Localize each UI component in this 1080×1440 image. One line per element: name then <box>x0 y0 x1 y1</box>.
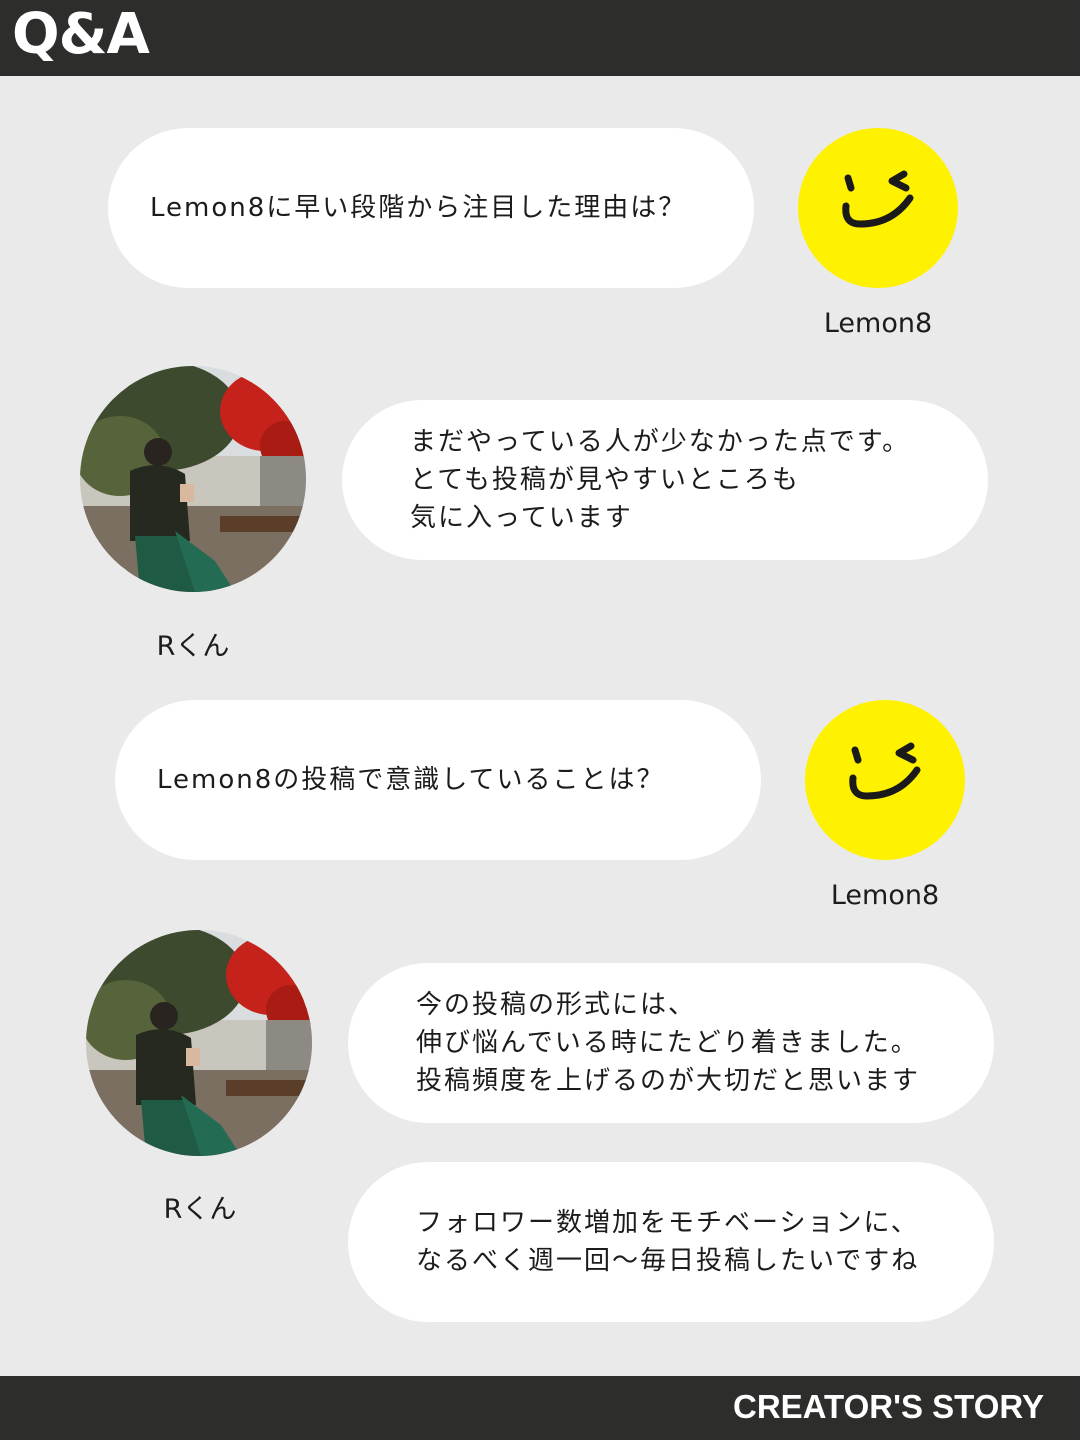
answer-bubble-1: まだやっている人が少なかった点です。 とても投稿が見やすいところも 気に入ってい… <box>342 400 988 560</box>
lemon8-avatar-1 <box>798 128 958 288</box>
profile-photo <box>80 366 306 592</box>
footer-label: CREATOR'S STORY <box>732 1388 1044 1425</box>
profile-photo <box>86 930 312 1156</box>
answer-text-2: 今の投稿の形式には、 伸び悩んでいる時にたどり着きました。 投稿頻度を上げるのが… <box>416 990 921 1096</box>
header-bar: Q&A <box>0 0 1080 76</box>
lemon8-smile-logo-icon <box>842 170 914 228</box>
footer-bar: CREATOR'S STORY <box>0 1376 1080 1440</box>
question-text-1: Lemon8に早い段階から注目した理由は？ <box>150 193 687 223</box>
creator-name-1: Rくん <box>156 631 230 662</box>
lemon8-avatar-2 <box>805 700 965 860</box>
answer-bubble-3: フォロワー数増加をモチベーションに、 なるべく週一回〜毎日投稿したいですね <box>348 1162 994 1322</box>
creator-name-2: Rくん <box>163 1194 237 1225</box>
creator-avatar-2 <box>86 930 312 1156</box>
question-bubble-2: Lemon8の投稿で意識していることは？ <box>115 700 761 860</box>
answer-bubble-2: 今の投稿の形式には、 伸び悩んでいる時にたどり着きました。 投稿頻度を上げるのが… <box>348 963 994 1123</box>
creator-avatar-1 <box>80 366 306 592</box>
answer-text-3: フォロワー数増加をモチベーションに、 なるべく週一回〜毎日投稿したいですね <box>416 1208 920 1276</box>
question-text-2: Lemon8の投稿で意識していることは？ <box>157 765 665 795</box>
answer-text-1: まだやっている人が少なかった点です。 とても投稿が見やすいところも 気に入ってい… <box>410 427 911 533</box>
question-bubble-1: Lemon8に早い段階から注目した理由は？ <box>108 128 754 288</box>
lemon8-name-1: Lemon8 <box>823 308 933 339</box>
lemon8-name-2: Lemon8 <box>830 880 940 911</box>
lemon8-smile-logo-icon <box>849 742 921 800</box>
page-title: Q&A <box>12 2 150 67</box>
